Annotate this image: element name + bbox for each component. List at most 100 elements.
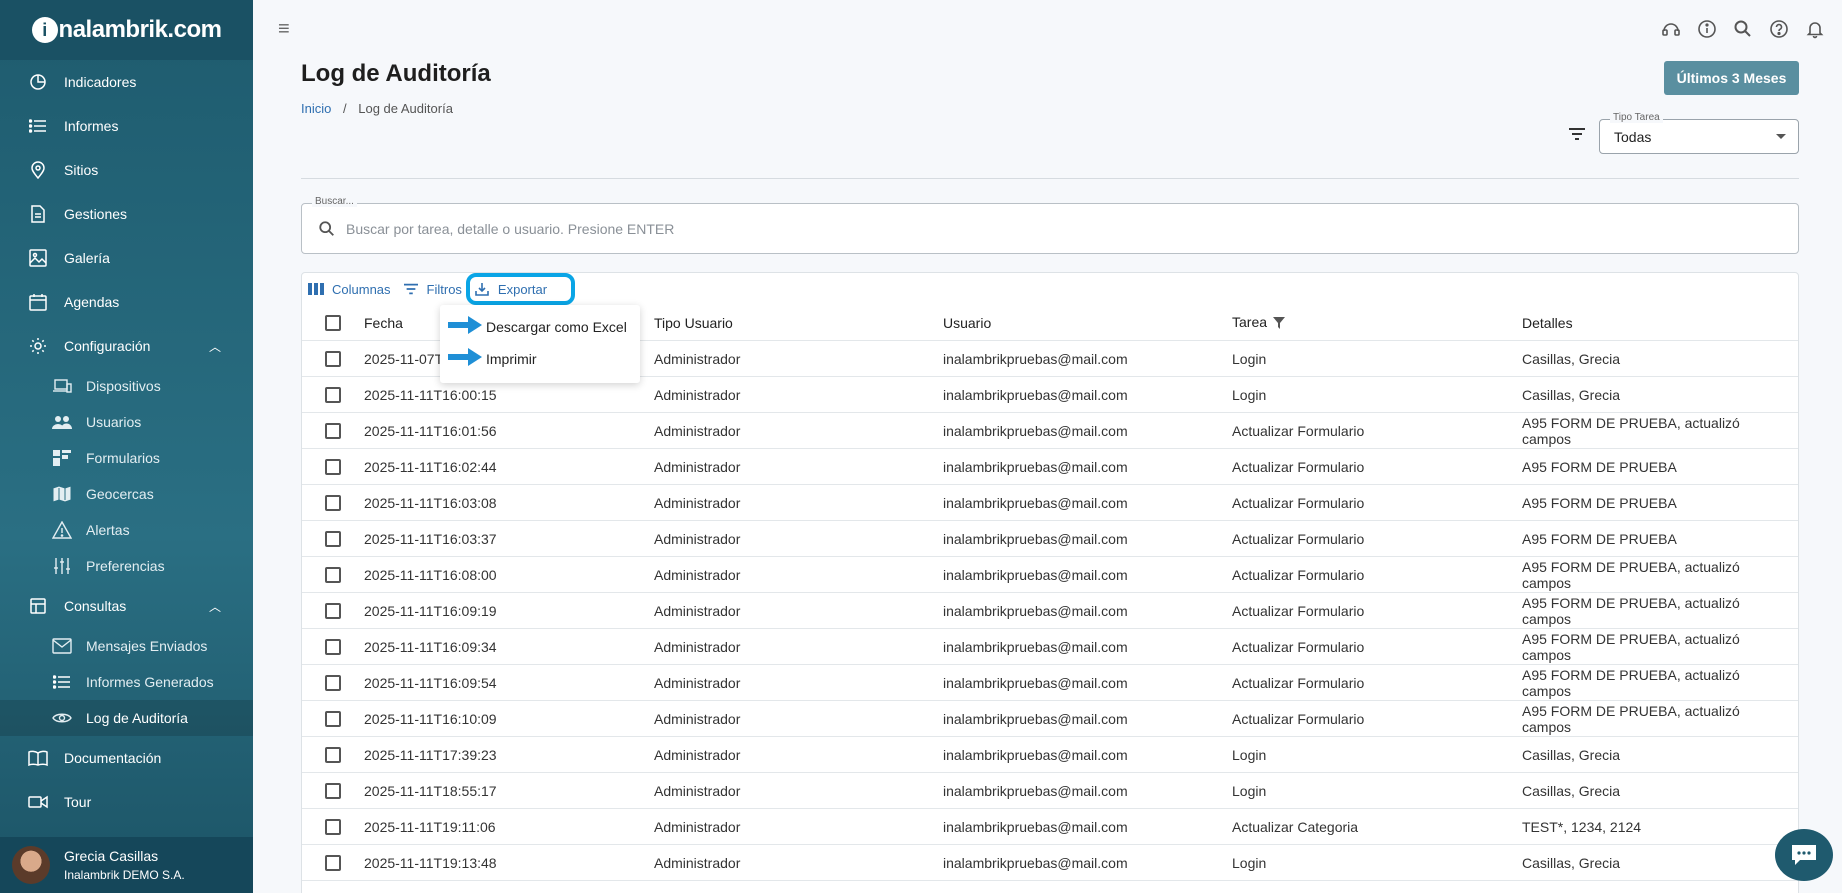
sidebar-item-tour[interactable]: Tour: [0, 780, 253, 824]
cell-usuario: inalambrikpruebas@mail.com: [943, 818, 1128, 835]
cell-detalles: A95 FORM DE PRUEBA: [1522, 494, 1677, 511]
sidebar-item-alertas[interactable]: Alertas: [0, 512, 253, 548]
task-type-select[interactable]: Tipo Tarea Todas: [1599, 112, 1799, 154]
row-checkbox[interactable]: [325, 710, 341, 727]
menu-item-print[interactable]: Imprimir: [486, 351, 537, 367]
cell-tarea: Actualizar Formulario: [1232, 566, 1365, 583]
row-checkbox[interactable]: [325, 782, 341, 799]
table-row[interactable]: 2025-11-11T19:13:48 Administrador inalambr…: [302, 845, 1798, 881]
sidebar-item-label: Galería: [64, 250, 110, 266]
sidebar-item-mensajes-enviados[interactable]: Mensajes Enviados: [0, 628, 253, 664]
sidebar-item-consultas[interactable]: Consultas ︿: [0, 584, 253, 628]
form-icon: [52, 449, 72, 467]
sidebar-item-label: Documentación: [64, 750, 162, 766]
cell-tarea: Actualizar Formulario: [1232, 422, 1365, 439]
row-checkbox[interactable]: [325, 818, 341, 835]
sidebar-item-label: Tour: [64, 794, 92, 810]
search-input[interactable]: Buscar... Buscar por tarea, detalle o us…: [301, 196, 1799, 254]
row-checkbox[interactable]: [325, 386, 341, 403]
book-icon: [28, 748, 48, 768]
search-icon[interactable]: [1732, 18, 1754, 40]
sidebar-item-galeria[interactable]: Galería: [0, 236, 253, 280]
column-header-detalles[interactable]: Detalles: [1522, 315, 1792, 331]
table-row[interactable]: 2025-11-11T16:03:37 Administrador inalambr…: [302, 521, 1798, 557]
cell-fecha: 2025-11-11T19:11:06: [364, 818, 496, 835]
row-checkbox[interactable]: [325, 566, 341, 583]
filter-lines-icon: [403, 282, 419, 296]
sidebar-item-agendas[interactable]: Agendas: [0, 280, 253, 324]
cell-tarea: Actualizar Formulario: [1232, 494, 1365, 511]
sidebar-item-label: Preferencias: [86, 558, 165, 574]
devices-icon: [52, 377, 72, 395]
breadcrumb-home[interactable]: Inicio: [301, 101, 331, 116]
row-checkbox[interactable]: [325, 530, 341, 547]
sidebar-item-configuracion[interactable]: Configuración ︿: [0, 324, 253, 368]
sidebar-item-indicadores[interactable]: Indicadores: [0, 60, 253, 104]
table-row[interactable]: 2025-11-11T16:09:19 Administrador inalambr…: [302, 593, 1798, 629]
row-checkbox[interactable]: [325, 854, 341, 871]
cell-usuario: inalambrikpruebas@mail.com: [943, 746, 1128, 763]
table-row[interactable]: 2025-11-11T16:03:08 Administrador inalambr…: [302, 485, 1798, 521]
filters-button[interactable]: Filtros: [403, 282, 462, 297]
row-checkbox[interactable]: [325, 350, 341, 367]
sidebar-item-documentacion[interactable]: Documentación: [0, 736, 253, 780]
help-icon[interactable]: [1768, 18, 1790, 40]
columns-button[interactable]: Columnas: [308, 282, 391, 297]
cell-tipo-usuario: Administrador: [654, 350, 741, 367]
chat-icon: [1792, 845, 1816, 865]
row-checkbox[interactable]: [325, 674, 341, 691]
export-button[interactable]: Exportar: [465, 273, 576, 305]
cell-tipo-usuario: Administrador: [654, 746, 741, 763]
cell-fecha: 2025-11-11T19:13:48: [364, 854, 497, 871]
cell-fecha: 2025-11-11T16:10:09: [364, 710, 497, 727]
cell-detalles: Casillas, Grecia: [1522, 746, 1621, 763]
column-header-usuario[interactable]: Usuario: [943, 315, 1232, 331]
row-checkbox[interactable]: [325, 602, 341, 619]
sidebar-item-sitios[interactable]: Sitios: [0, 148, 253, 192]
cell-usuario: inalambrikpruebas@mail.com: [943, 638, 1128, 655]
app-logo[interactable]: i nalambrik.com: [0, 0, 253, 60]
chat-button[interactable]: [1775, 829, 1833, 881]
select-all-checkbox[interactable]: [325, 314, 341, 331]
sidebar-item-informes[interactable]: Informes: [0, 104, 253, 148]
sidebar-item-label: Formularios: [86, 450, 160, 466]
sidebar-item-usuarios[interactable]: Usuarios: [0, 404, 253, 440]
sidebar-item-geocercas[interactable]: Geocercas: [0, 476, 253, 512]
sidebar-item-formularios[interactable]: Formularios: [0, 440, 253, 476]
sidebar-item-informes-generados[interactable]: Informes Generados: [0, 664, 253, 700]
row-checkbox[interactable]: [325, 494, 341, 511]
column-header-tarea[interactable]: Tarea: [1232, 314, 1522, 332]
user-profile[interactable]: Grecia Casillas Inalambrik DEMO S.A.: [0, 837, 253, 893]
sidebar-item-dispositivos[interactable]: Dispositivos: [0, 368, 253, 404]
table-row[interactable]: 2025-11-11T19:11:06 Administrador inalambr…: [302, 809, 1798, 845]
sidebar-item-gestiones[interactable]: Gestiones: [0, 192, 253, 236]
bell-icon[interactable]: [1804, 18, 1826, 40]
funnel-icon[interactable]: [1273, 316, 1286, 332]
row-checkbox[interactable]: [325, 746, 341, 763]
menu-item-excel[interactable]: Descargar como Excel: [486, 319, 627, 335]
cell-usuario: inalambrikpruebas@mail.com: [943, 386, 1128, 403]
date-range-button[interactable]: Últimos 3 Meses: [1664, 61, 1799, 95]
table-row[interactable]: 2025-11-11T16:09:54 Administrador inalambr…: [302, 665, 1798, 701]
table-row[interactable]: 2025-11-11T16:01:56 Administrador inalambr…: [302, 413, 1798, 449]
info-icon[interactable]: [1696, 18, 1718, 40]
row-checkbox[interactable]: [325, 422, 341, 439]
top-icons: [1660, 18, 1826, 40]
table-row[interactable]: 2025-11-11T17:39:23 Administrador inalambr…: [302, 737, 1798, 773]
row-checkbox[interactable]: [325, 458, 341, 475]
table-row[interactable]: 2025-11-11T16:02:44 Administrador inalambr…: [302, 449, 1798, 485]
filter-icon[interactable]: [1568, 126, 1586, 147]
column-header-tipo-usuario[interactable]: Tipo Usuario: [654, 315, 943, 331]
table-row[interactable]: 2025-11-11T16:08:00 Administrador inalambr…: [302, 557, 1798, 593]
row-checkbox[interactable]: [325, 638, 341, 655]
sidebar-item-preferencias[interactable]: Preferencias: [0, 548, 253, 584]
sidebar-item-label: Usuarios: [86, 414, 142, 430]
menu-toggle-icon[interactable]: ≡: [278, 19, 298, 39]
table-row[interactable]: 2025-11-11T18:55:17 Administrador inalambr…: [302, 773, 1798, 809]
table-row[interactable]: 2025-11-11T16:10:09 Administrador inalambr…: [302, 701, 1798, 737]
support-icon[interactable]: [1660, 18, 1682, 40]
cell-tarea: Login: [1232, 350, 1267, 367]
table-row[interactable]: 2025-11-11T16:09:34 Administrador inalambr…: [302, 629, 1798, 665]
sidebar-item-log-de-auditoria[interactable]: Log de Auditoría: [0, 700, 253, 736]
columns-icon: [308, 283, 324, 295]
